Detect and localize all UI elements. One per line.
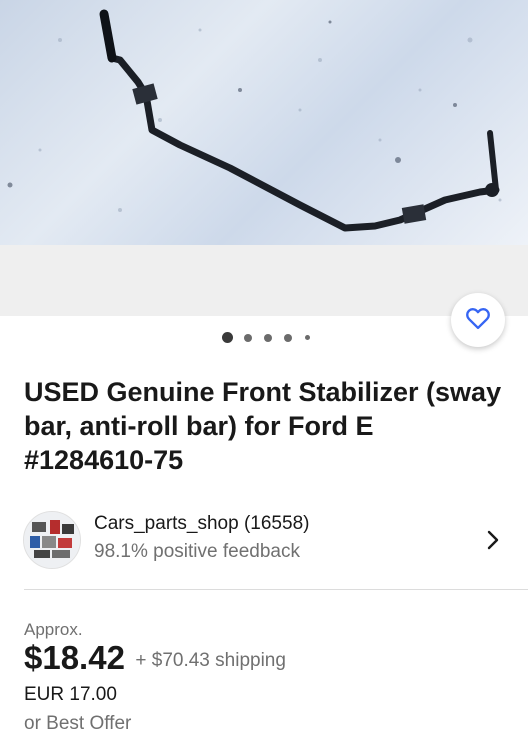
seller-feedback: 98.1% positive feedback: [94, 541, 300, 562]
best-offer-label: or Best Offer: [24, 713, 132, 734]
item-price: $18.42: [24, 639, 125, 676]
shipping-cost: + $70.43 shipping: [135, 650, 286, 671]
gallery-dot[interactable]: [305, 335, 310, 340]
seller-name[interactable]: Cars_parts_shop (16558): [94, 512, 309, 536]
chevron-right-icon[interactable]: [486, 529, 500, 556]
product-image[interactable]: [0, 0, 528, 245]
seller-info-row[interactable]: Cars_parts_shop (16558) 98.1% positive f…: [0, 508, 528, 570]
gallery-dot[interactable]: [244, 334, 252, 342]
image-gallery-band: [0, 245, 528, 316]
stabilizer-bar-photo: [7, 9, 502, 232]
gallery-dot[interactable]: [284, 334, 292, 342]
seller-avatar: [23, 511, 81, 569]
price-row: $18.42 + $70.43 shipping: [24, 639, 286, 677]
approx-label: Approx.: [24, 620, 83, 639]
gallery-dot[interactable]: [264, 334, 272, 342]
gallery-pagination: [0, 332, 528, 343]
original-price: EUR 17.00: [24, 684, 117, 705]
section-divider: [24, 589, 528, 590]
listing-title: USED Genuine Front Stabilizer (sway bar,…: [24, 377, 502, 475]
gallery-dot-active[interactable]: [222, 332, 233, 343]
